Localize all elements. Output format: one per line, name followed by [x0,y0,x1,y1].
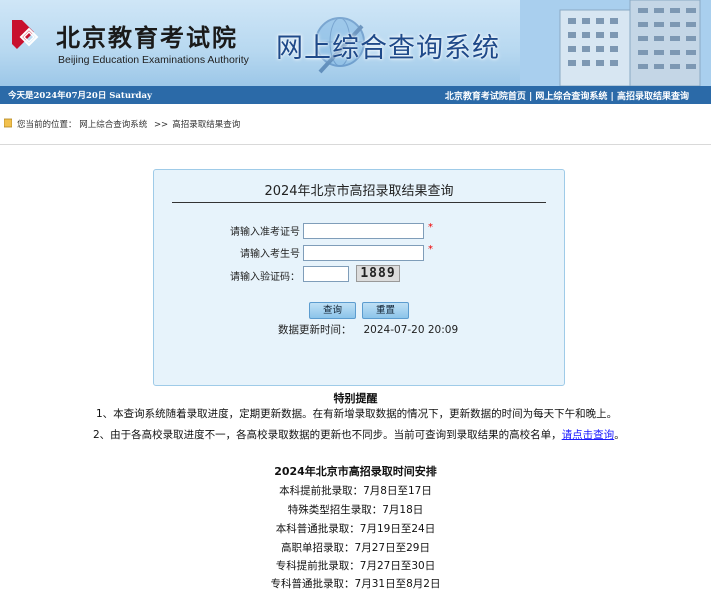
click-to-query-link[interactable]: 请点击查询 [562,429,615,441]
link-separator: | [525,92,536,102]
student-no-label: 请输入考生号 [240,249,300,260]
link-admission-query[interactable]: 高招录取结果查询 [617,92,689,102]
title-divider [172,202,546,203]
top-links: 北京教育考试院首页 | 网上综合查询系统 | 高招录取结果查询 [445,89,689,102]
reset-button[interactable]: 重置 [362,302,409,319]
schedule-row: 本科提前批录取：7月8日至17日 [279,485,432,497]
link-separator: | [607,92,617,102]
link-home[interactable]: 北京教育考试院首页 [445,92,526,102]
query-form-title: 2024年北京市高招录取结果查询 [264,184,454,199]
update-time-value: 2024-07-20 20:09 [363,324,459,336]
authority-logo-icon [12,20,39,49]
system-title: 网上综合查询系统 [276,33,500,64]
schedule-row: 本科普通批录取：7月19日至24日 [275,523,436,535]
notice-line-2: 2、由于各高校录取进度不一，各高校录取数据的更新也不同步。当前可查询到录取结果的… [93,427,625,442]
org-name-cn: 北京教育考试院 [56,23,238,52]
query-form-panel: 2024年北京市高招录取结果查询 请输入准考证号 * 请输入考生号 * 请输入验… [153,169,565,386]
notice-line-1: 1、本查询系统随着录取进度，定期更新数据。在有新增录取数据的情况下，更新数据的时… [96,408,618,420]
notice-line-2-text: 2、由于各高校录取进度不一，各高校录取数据的更新也不同步。当前可查询到录取结果的… [93,429,562,441]
top-nav-bar: 今天是2024年07月20日 Saturday 北京教育考试院首页 | 网上综合… [0,86,711,104]
captcha-input[interactable] [303,266,349,282]
current-date: 今天是2024年07月20日 Saturday [8,91,152,101]
schedule-row: 专科提前批录取：7月27日至30日 [275,560,436,572]
location-icon [4,118,12,128]
captcha-label: 请输入验证码： [230,272,300,283]
breadcrumb-item-query-system[interactable]: 网上综合查询系统 [79,120,147,130]
building-image-icon [520,0,711,86]
header-banner: 北京教育考试院 Beijing Education Examinations A… [0,0,711,86]
breadcrumb-separator: >> [153,120,169,130]
notice-line-2-end: 。 [614,429,625,441]
schedule-row: 高职单招录取：7月27日至29日 [281,542,430,554]
exam-no-input[interactable] [303,223,424,239]
update-time-label: 数据更新时间： [278,324,352,336]
required-mark: * [428,222,433,233]
breadcrumb-item-admission: 高招录取结果查询 [172,120,241,130]
breadcrumb: 您当前的位置： 网上综合查询系统 >> 高招录取结果查询 [17,118,240,130]
schedule-row: 特殊类型招生录取：7月18日 [287,504,424,516]
query-button[interactable]: 查询 [309,302,356,319]
exam-no-label: 请输入准考证号 [230,227,300,238]
student-no-input[interactable] [303,245,424,261]
notice-title: 特别提醒 [333,392,378,405]
schedule-row: 专科普通批录取：7月31日至8月2日 [270,578,441,590]
link-query-system[interactable]: 网上综合查询系统 [535,92,607,102]
data-update-time: 数据更新时间： 2024-07-20 20:09 [278,322,458,337]
required-mark: * [428,244,433,255]
org-name-en: Beijing Education Examinations Authority [58,54,249,66]
captcha-image[interactable]: 1889 [356,265,400,282]
schedule-title: 2024年北京市高招录取时间安排 [274,465,437,478]
breadcrumb-prefix: 您当前的位置： [17,120,77,130]
